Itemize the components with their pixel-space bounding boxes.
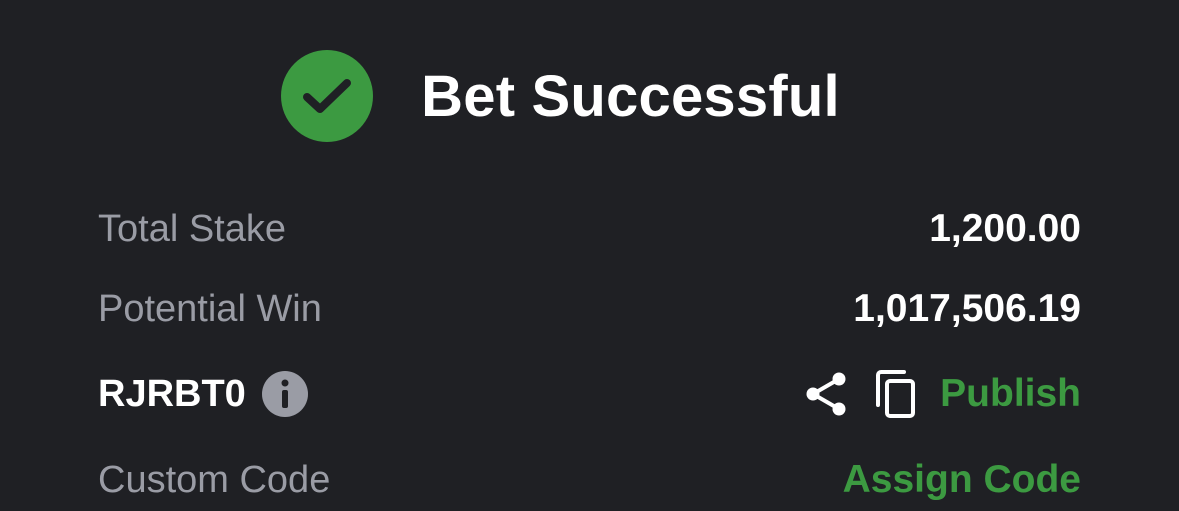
custom-code-row: Custom Code Assign Code (98, 455, 1081, 505)
copy-icon[interactable] (874, 369, 918, 419)
total-stake-row: Total Stake 1,200.00 (98, 205, 1081, 253)
booking-code-group: RJRBT0 (98, 371, 308, 417)
booking-actions: Publish (804, 369, 1081, 419)
total-stake-value: 1,200.00 (929, 207, 1081, 250)
bet-success-panel: Bet Successful Total Stake 1,200.00 Pote… (0, 0, 1179, 511)
booking-code-row: RJRBT0 Publish (98, 366, 1081, 422)
check-circle-icon (281, 50, 374, 142)
potential-win-label: Potential Win (98, 287, 322, 330)
success-header: Bet Successful (0, 48, 1179, 144)
custom-code-label: Custom Code (98, 458, 331, 501)
potential-win-row: Potential Win 1,017,506.19 (98, 285, 1081, 333)
page-title: Bet Successful (421, 63, 840, 129)
potential-win-value: 1,017,506.19 (853, 287, 1081, 330)
info-icon[interactable] (261, 371, 308, 417)
publish-button[interactable]: Publish (940, 372, 1081, 416)
booking-code: RJRBT0 (98, 372, 246, 415)
share-icon[interactable] (804, 370, 848, 418)
total-stake-label: Total Stake (98, 207, 286, 250)
assign-code-button[interactable]: Assign Code (843, 458, 1081, 502)
